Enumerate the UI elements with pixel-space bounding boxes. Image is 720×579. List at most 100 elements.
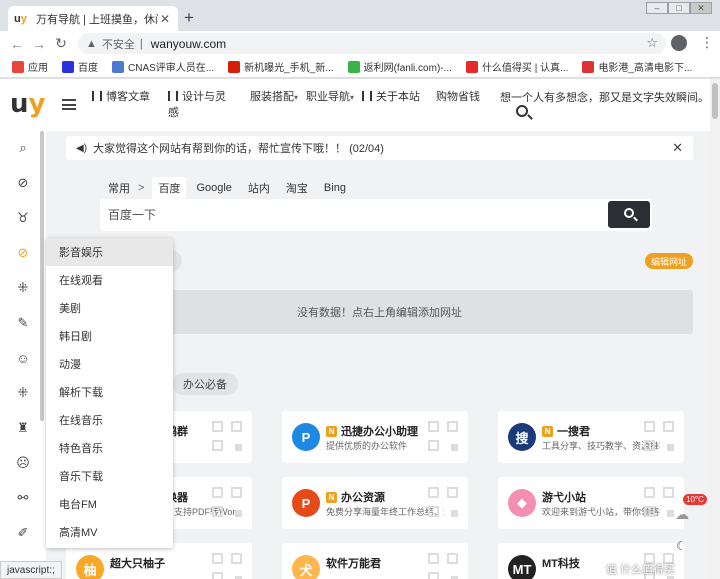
apps-icon[interactable]: ⁜ — [14, 279, 32, 297]
site-card[interactable]: 犬软件万能君 — [282, 543, 468, 579]
search-box — [100, 199, 652, 231]
sidebar-scrollbar[interactable] — [40, 131, 44, 421]
qr-code-icon[interactable] — [428, 553, 458, 579]
bookmarks-bar: 应用 百度 CNAS评审人员在... 新机曝光_手机_新... 返利网(fanli.co… — [0, 56, 720, 78]
site-logo-icon: 搜 — [508, 423, 536, 451]
search-input[interactable] — [108, 206, 588, 224]
search-tab[interactable]: 常用 — [108, 180, 130, 196]
minimize-icon[interactable]: – — [646, 2, 668, 14]
medal-icon[interactable]: ♉ — [14, 209, 32, 227]
smile-icon[interactable]: ☺ — [14, 349, 32, 367]
qr-code-icon[interactable] — [428, 421, 458, 451]
face-icon[interactable]: ☹ — [14, 454, 32, 472]
chevron-right-icon: > — [138, 182, 145, 194]
qr-code-icon[interactable] — [644, 421, 674, 451]
pen-icon[interactable]: ✎ — [14, 314, 32, 332]
menu-kebab-icon[interactable]: ⋮ — [700, 34, 714, 51]
nav-item[interactable]: 博客文章 — [92, 89, 150, 105]
qr-code-icon[interactable] — [644, 487, 674, 517]
site-card[interactable]: 柚超大只柚子 — [66, 543, 252, 579]
url-text[interactable]: wanyouw.com — [151, 37, 226, 51]
page-scrollbar[interactable] — [710, 79, 720, 579]
edit-urls-button[interactable]: 编辑网址 — [645, 253, 693, 269]
nav-item[interactable]: 关于本站 — [362, 89, 420, 105]
close-window-icon[interactable]: ✕ — [690, 2, 712, 14]
browser-tab[interactable]: uy 万有导航 | 上班摸鱼，休闲娱乐 ✕ — [8, 6, 178, 31]
forward-icon[interactable]: → — [28, 36, 50, 52]
site-card[interactable]: P N办公资源免费分享海量年终工作总结、述职... — [282, 477, 468, 529]
dropdown-item[interactable]: 解析下载 — [46, 378, 173, 406]
bookmark-item[interactable]: 百度 — [62, 59, 98, 74]
new-badge-icon: N — [326, 491, 337, 503]
dropdown-item[interactable]: 美剧 — [46, 294, 173, 322]
new-tab-button[interactable]: + — [184, 8, 194, 28]
site-logo-icon: ◆ — [508, 489, 536, 517]
dark-mode-icon[interactable]: ☾ — [676, 539, 687, 553]
qr-code-icon[interactable] — [212, 487, 242, 517]
share-icon[interactable]: ⚯ — [14, 489, 32, 507]
address-bar[interactable]: ▲ 不安全 | wanyouw.com ☆ — [78, 33, 666, 54]
dropdown-item[interactable]: 音乐下载 — [46, 462, 173, 490]
bookmark-item[interactable]: CNAS评审人员在... — [112, 59, 214, 74]
dropdown-item[interactable]: 在线音乐 — [46, 406, 173, 434]
site-card[interactable]: ◆ 游弋小站欢迎来到游弋小站，带你领略各种... — [498, 477, 684, 529]
nav-item-label: 关于本站 — [376, 91, 420, 103]
nav-book-icon — [92, 91, 102, 101]
qr-code-icon[interactable] — [212, 553, 242, 579]
nav-item[interactable]: 服装搭配▾ — [250, 89, 308, 106]
search-tab[interactable]: 站内 — [248, 180, 270, 196]
qr-code-icon[interactable] — [212, 421, 242, 451]
bookmark-item[interactable]: 什么值得买 | 认真... — [465, 59, 568, 74]
bookmark-star-icon[interactable]: ☆ — [646, 35, 658, 51]
card-description: 工具分享、技巧教学、资源推荐... — [542, 441, 660, 451]
site-card[interactable]: P N 迅捷办公小助理 提供优质的办公软件 — [282, 411, 468, 463]
bookmark-item[interactable]: 返利网(fanli.com)-... — [347, 59, 452, 74]
dropdown-item[interactable]: 影音娱乐 — [46, 238, 173, 266]
search-tab[interactable]: Google — [196, 182, 231, 194]
category-pill-office[interactable]: 办公必备 — [172, 373, 238, 395]
hamburger-menu-icon[interactable] — [62, 99, 76, 110]
search-button[interactable] — [608, 201, 650, 228]
nav-item[interactable]: 购物省钱 — [436, 89, 492, 105]
edit-icon[interactable]: ✐ — [14, 524, 32, 542]
search-tab[interactable]: 百度 — [152, 177, 187, 199]
site-logo-icon: P — [292, 423, 320, 451]
search-tab[interactable]: 淘宝 — [286, 180, 308, 196]
dropdown-item[interactable]: 动漫 — [46, 350, 173, 378]
weather-widget[interactable]: 10°C ☁ — [673, 494, 707, 522]
dropdown-item[interactable]: 韩日剧 — [46, 322, 173, 350]
maximize-icon[interactable]: □ — [668, 2, 690, 14]
card-title: 软件万能君 — [326, 558, 381, 570]
search-icon[interactable]: ⌕ — [14, 139, 32, 157]
back-icon[interactable]: ← — [6, 36, 28, 52]
planet-active-icon[interactable]: ⊘ — [14, 244, 32, 262]
dropdown-item[interactable]: 在线观看 — [46, 266, 173, 294]
bookmark-favicon-icon — [228, 60, 241, 73]
site-logo[interactable]: uy — [10, 89, 45, 119]
bookmark-item[interactable]: 应用 — [12, 59, 48, 74]
tower-icon[interactable]: ♜ — [14, 419, 32, 437]
dropdown-item[interactable]: 电台FM — [46, 490, 173, 518]
notice-close-icon[interactable]: ✕ — [672, 140, 683, 156]
reload-icon[interactable]: ↻ — [50, 35, 72, 52]
puzzle-icon[interactable]: ⁜ — [14, 384, 32, 402]
search-tab[interactable]: Bing — [324, 182, 346, 194]
profile-avatar-icon[interactable] — [671, 35, 687, 51]
bookmark-item[interactable]: 电影港_高清电影下... — [582, 59, 692, 74]
qr-code-icon[interactable] — [428, 487, 458, 517]
scrollbar-thumb[interactable] — [712, 83, 718, 119]
site-card[interactable]: 搜 N一搜君工具分享、技巧教学、资源推荐... — [498, 411, 684, 463]
tab-close-icon[interactable]: ✕ — [158, 12, 172, 26]
dropdown-item[interactable]: 高清MV — [46, 518, 173, 546]
security-label[interactable]: 不安全 — [102, 36, 135, 52]
warning-icon[interactable]: ▲ — [86, 38, 97, 50]
header-search-icon[interactable] — [516, 105, 528, 117]
dropdown-item[interactable]: 特色音乐 — [46, 434, 173, 462]
bookmark-label: 百度 — [78, 63, 98, 74]
bookmark-item[interactable]: 新机曝光_手机_新... — [228, 59, 334, 74]
nav-item-label: 博客文章 — [106, 91, 150, 103]
nav-item[interactable]: 设计与灵感 — [168, 89, 226, 121]
card-title: N 迅捷办公小助理 — [326, 423, 418, 439]
planet-icon[interactable]: ⊘ — [14, 174, 32, 192]
nav-item[interactable]: 职业导航▾ — [306, 89, 364, 106]
